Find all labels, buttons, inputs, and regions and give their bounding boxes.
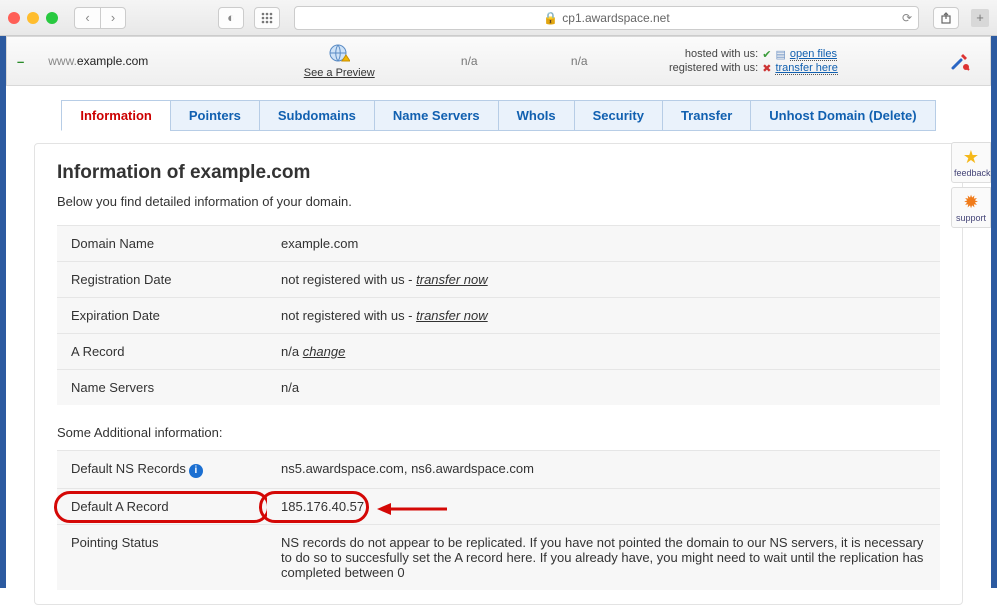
val-a-record: n/a change — [267, 334, 940, 370]
lbl-domain-name: Domain Name — [57, 226, 267, 262]
content-card: Information of example.com Below you fin… — [34, 143, 963, 605]
nav-buttons: ‹ › — [74, 7, 126, 29]
domain-name: example.com — [77, 54, 148, 68]
val-name-servers: n/a — [267, 370, 940, 406]
lbl-name-servers: Name Servers — [57, 370, 267, 406]
lbl-default-a: Default A Record — [57, 488, 267, 524]
additional-heading: Some Additional information: — [35, 419, 962, 450]
share-button[interactable] — [933, 7, 959, 29]
transfer-now-link-1[interactable]: transfer now — [416, 272, 488, 287]
transfer-now-link-2[interactable]: transfer now — [416, 308, 488, 323]
row-a-record: A Record n/a change — [57, 334, 940, 370]
tab-whois[interactable]: WhoIs — [498, 100, 575, 131]
transfer-here-link[interactable]: transfer here — [775, 62, 837, 75]
tab-bar: Information Pointers Subdomains Name Ser… — [6, 100, 991, 131]
tab-security[interactable]: Security — [574, 100, 663, 131]
preview-link[interactable]: See a Preview — [304, 67, 375, 79]
row-pointing-status: Pointing Status NS records do not appear… — [57, 524, 940, 590]
reader-button[interactable]: ◐ — [218, 7, 244, 29]
col-na-1: n/a — [414, 48, 524, 74]
domain-prefix: www. — [48, 54, 77, 68]
close-window-icon[interactable] — [8, 12, 20, 24]
val-default-ns: ns5.awardspace.com, ns6.awardspace.com — [267, 451, 940, 489]
row-expiration-date: Expiration Date not registered with us -… — [57, 298, 940, 334]
lbl-default-ns: Default NS Recordsi — [57, 451, 267, 489]
lbl-a-record: A Record — [57, 334, 267, 370]
val-reg-date: not registered with us - transfer now — [267, 262, 940, 298]
row-default-a-record: Default A Record 185.176.40.57 — [57, 488, 940, 524]
tab-transfer[interactable]: Transfer — [662, 100, 751, 131]
tools-icon — [949, 50, 971, 72]
col-na-2: n/a — [524, 48, 634, 74]
file-icon: ▤ — [775, 48, 785, 61]
apps-button[interactable] — [254, 7, 280, 29]
check-icon: ✔ — [762, 48, 771, 61]
lbl-pointing: Pointing Status — [57, 524, 267, 590]
info-icon[interactable]: i — [189, 464, 203, 478]
tab-name-servers[interactable]: Name Servers — [374, 100, 499, 131]
row-domain-name: Domain Name example.com — [57, 226, 940, 262]
row-registration-date: Registration Date not registered with us… — [57, 262, 940, 298]
tab-information[interactable]: Information — [61, 100, 171, 131]
row-name-servers: Name Servers n/a — [57, 370, 940, 406]
hosted-label: hosted with us: — [648, 48, 758, 60]
row-default-ns: Default NS Recordsi ns5.awardspace.com, … — [57, 451, 940, 489]
back-button[interactable]: ‹ — [74, 7, 100, 29]
domain-bar: – www.example.com See a Preview n/a n/a … — [6, 36, 991, 86]
tools-cell[interactable] — [930, 44, 990, 78]
feedback-widget[interactable]: ★ feedback — [951, 142, 991, 183]
browser-chrome: ‹ › ◐ 🔒 cp1.awardspace.net ⟳ + — [0, 0, 997, 36]
val-pointing: NS records do not appear to be replicate… — [267, 524, 940, 590]
additional-table: Default NS Recordsi ns5.awardspace.com, … — [57, 450, 940, 590]
lbl-exp-date: Expiration Date — [57, 298, 267, 334]
val-exp-date: not registered with us - transfer now — [267, 298, 940, 334]
val-domain-name: example.com — [267, 226, 940, 262]
globe-icon — [278, 43, 400, 65]
zoom-window-icon[interactable] — [46, 12, 58, 24]
preview-cell: See a Preview — [264, 37, 414, 85]
page-body: – www.example.com See a Preview n/a n/a … — [0, 36, 997, 588]
val-default-a: 185.176.40.57 — [267, 488, 940, 524]
x-icon: ✖ — [762, 62, 771, 75]
minimize-window-icon[interactable] — [27, 12, 39, 24]
page-title: Information of example.com — [35, 162, 962, 194]
change-a-record-link[interactable]: change — [303, 344, 346, 359]
host-status-cell: hosted with us: ✔ ▤ open files registere… — [634, 41, 930, 82]
open-files-link[interactable]: open files — [790, 48, 837, 61]
registered-label: registered with us: — [648, 62, 758, 74]
page-subtitle: Below you find detailed information of y… — [35, 194, 962, 225]
tab-pointers[interactable]: Pointers — [170, 100, 260, 131]
side-widgets: ★ feedback ✹ support — [951, 142, 991, 232]
url-text: cp1.awardspace.net — [562, 11, 669, 25]
lifebuoy-icon: ✹ — [954, 192, 988, 213]
url-bar[interactable]: 🔒 cp1.awardspace.net ⟳ — [294, 6, 919, 30]
info-table: Domain Name example.com Registration Dat… — [57, 225, 940, 405]
star-icon: ★ — [954, 147, 988, 168]
window-controls — [8, 12, 58, 24]
domain-name-cell: www.example.com — [34, 48, 264, 74]
lbl-reg-date: Registration Date — [57, 262, 267, 298]
tab-unhost[interactable]: Unhost Domain (Delete) — [750, 100, 935, 131]
lock-icon: 🔒 — [543, 11, 558, 25]
tab-subdomains[interactable]: Subdomains — [259, 100, 375, 131]
new-tab-button[interactable]: + — [971, 9, 989, 27]
reload-icon[interactable]: ⟳ — [902, 11, 912, 25]
forward-button[interactable]: › — [100, 7, 126, 29]
collapse-toggle[interactable]: – — [7, 54, 34, 69]
arrow-icon — [377, 502, 447, 516]
support-widget[interactable]: ✹ support — [951, 187, 991, 228]
